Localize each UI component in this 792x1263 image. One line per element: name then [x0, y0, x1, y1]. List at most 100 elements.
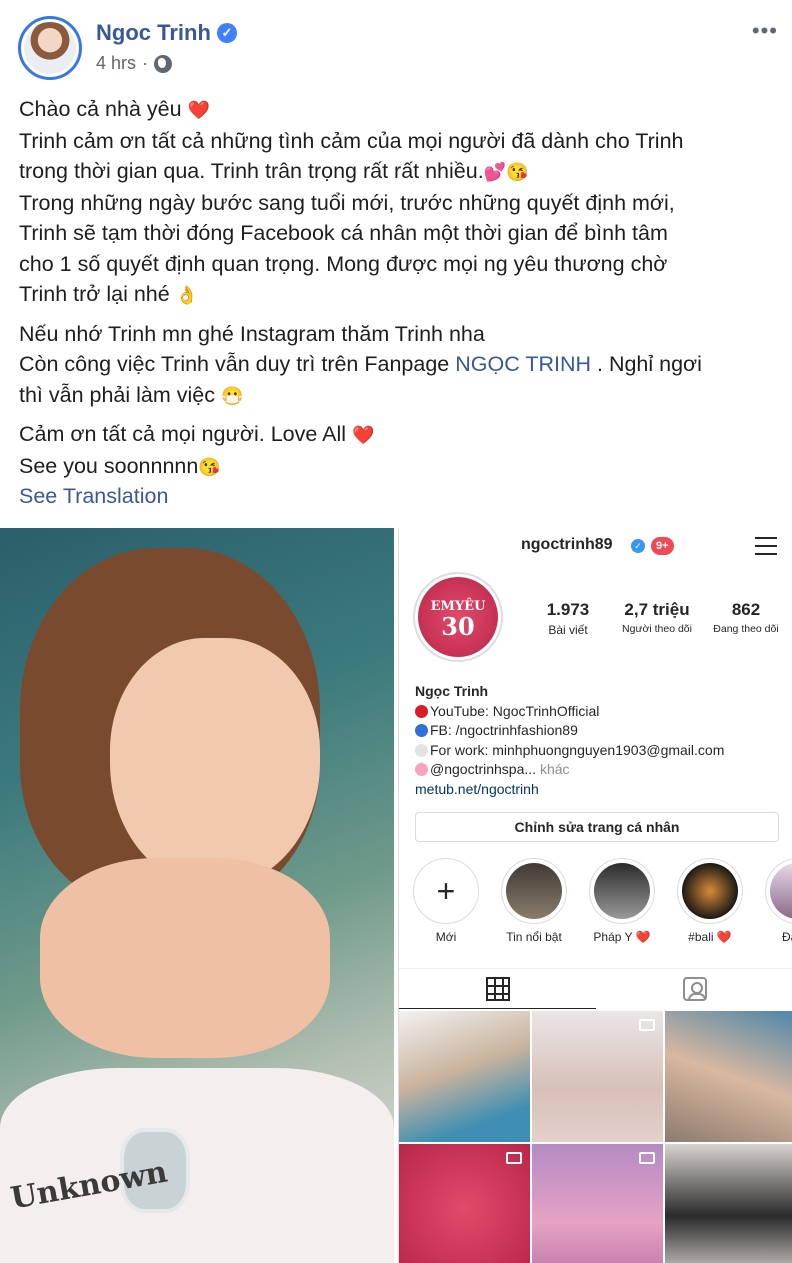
white-circle-icon — [415, 743, 428, 757]
flower-icon — [415, 763, 428, 776]
post-line: See you soonnnnn — [19, 453, 199, 478]
ig-profile-pic-text: 30 — [441, 612, 475, 641]
photo-face — [110, 638, 320, 888]
ig-highlight-label: Pháp Y ❤️ — [593, 930, 651, 944]
ig-highlight-circle — [589, 858, 655, 924]
ig-highlight-circle — [765, 858, 792, 924]
ok-hand-emoji: 👌 — [175, 285, 199, 305]
ig-stat-label: Bài viết — [548, 623, 588, 637]
paragraph-2: Nếu nhớ Trinh mn ghé Instagram thăm Trin… — [19, 319, 779, 412]
ig-highlight-thumb — [506, 863, 562, 919]
more-options-button[interactable]: ••• — [752, 18, 778, 44]
ig-username: ngoctrinh89 — [521, 536, 613, 553]
globe-icon[interactable] — [154, 54, 173, 73]
ig-photo-grid — [399, 1011, 792, 1263]
post-timestamp[interactable]: 4 hrs — [96, 53, 136, 74]
ig-grid-photo — [399, 1011, 530, 1142]
ig-stat-label: Đang theo dõi — [713, 623, 779, 635]
ig-highlight-thumb — [770, 863, 792, 919]
carousel-icon — [506, 1152, 522, 1164]
verified-badge-icon: ✓ — [216, 23, 237, 43]
post-header: Ngoc Trinh ✓ 4 hrs · ••• — [0, 0, 792, 90]
post-line: thì vẫn phải làm việc — [19, 382, 215, 407]
video-icon — [639, 1019, 655, 1031]
video-icon — [639, 1152, 655, 1164]
ig-highlight-circle: + — [413, 858, 479, 924]
ig-grid-photo — [665, 1011, 792, 1142]
ig-grid-photo — [532, 1144, 663, 1263]
ig-highlight: Pháp Y ❤️ — [589, 858, 655, 944]
ig-tabs — [399, 968, 792, 1009]
avatar-image — [24, 22, 76, 74]
ig-bio-line: For work: minhphuongnguyen1903@gmail.com — [430, 741, 725, 758]
ig-bio-line: FB: /ngoctrinhfashion89 — [430, 722, 578, 738]
post-line: trong thời gian qua. Trinh trân trọng rấ… — [19, 159, 484, 183]
ig-notification-badge: 9+ — [651, 537, 674, 555]
post-body: Chào cả nhà yêu ❤️ Trinh cảm ơn tất cả n… — [19, 94, 779, 490]
author-name-link[interactable]: Ngoc Trinh — [96, 20, 211, 46]
ig-highlights: + Mới Tin nổi bật Pháp Y ❤️ #bali ❤️ Đập… — [413, 858, 792, 944]
ig-highlight-label: #bali ❤️ — [688, 930, 732, 944]
red-circle-icon — [415, 704, 428, 718]
ig-bio-line: YouTube: NgocTrinhOfficial — [430, 702, 600, 719]
author-avatar[interactable] — [18, 16, 82, 80]
ig-profile-picture: EMYÊU 30 — [413, 572, 503, 662]
ig-bio-more: khác — [539, 761, 570, 777]
meta-separator: · — [142, 53, 149, 73]
ig-bio-line: @ngoctrinhspa... — [430, 761, 537, 777]
paragraph-3: Cảm ơn tất cả mọi người. Love All ❤️ See… — [19, 419, 779, 482]
fanpage-link[interactable]: NGỌC TRINH — [455, 352, 591, 376]
post-photo-left[interactable]: Unknown — [0, 528, 394, 1263]
post-line: Trinh cảm ơn tất cả những tình cảm của m… — [19, 128, 684, 153]
post-line: Chào cả nhà yêu — [19, 97, 182, 121]
ig-profile-picture-image: EMYÊU 30 — [418, 577, 498, 657]
photo-shirt — [0, 1068, 394, 1263]
mask-emoji: 😷 — [220, 385, 244, 406]
ig-highlight: Đập h — [765, 858, 792, 944]
ig-highlight-circle — [501, 858, 567, 924]
post-photo-instagram-screenshot[interactable]: ngoctrinh89 ✓ 9+ EMYÊU 30 1.973 Bài viết… — [398, 528, 792, 1263]
ig-highlight: Tin nổi bật — [501, 858, 567, 944]
paragraph-1: Chào cả nhà yêu ❤️ Trinh cảm ơn tất cả n… — [19, 94, 779, 311]
ig-stat-following: 862 Đang theo dõi — [705, 600, 787, 637]
ig-stats: 1.973 Bài viết 2,7 triệu Người theo dõi … — [527, 600, 787, 637]
plus-icon: + — [418, 863, 474, 919]
ig-stat-followers: 2,7 triệu Người theo dõi — [616, 600, 698, 637]
post-line: Trinh trở lại nhé — [19, 282, 170, 306]
kiss-emoji: 😘 — [198, 456, 221, 477]
hearts-emoji: 💕😘 — [483, 162, 529, 182]
ig-grid-photo — [532, 1011, 663, 1142]
post-line: Cảm ơn tất cả mọi người. Love All — [19, 422, 347, 446]
ig-edit-profile-button: Chỉnh sửa trang cá nhân — [415, 812, 779, 842]
ig-grid-photo — [399, 1144, 530, 1263]
ig-highlight-label: Mới — [435, 930, 457, 944]
ig-highlight-label: Tin nổi bật — [506, 930, 562, 944]
ig-highlight: #bali ❤️ — [677, 858, 743, 944]
ig-highlight-label: Đập h — [781, 930, 792, 944]
see-translation-link[interactable]: See Translation — [19, 484, 168, 509]
ig-tab-grid — [399, 969, 596, 1009]
ig-grid-photo — [665, 1144, 792, 1263]
red-heart-emoji: ❤️ — [187, 100, 210, 120]
ig-highlight-new: + Mới — [413, 858, 479, 944]
ig-highlight-circle — [677, 858, 743, 924]
ig-tab-tagged — [596, 969, 792, 1009]
ig-stat-number: 1.973 — [546, 600, 590, 619]
ig-bio: Ngọc Trinh YouTube: NgocTrinhOfficial FB… — [415, 682, 785, 799]
ig-stat-number: 2,7 triệu — [624, 600, 690, 619]
ig-bio-link: metub.net/ngoctrinh — [415, 780, 539, 797]
ig-verified-icon: ✓ — [631, 539, 645, 553]
ig-stat-label: Người theo dõi — [622, 623, 692, 635]
post-meta: 4 hrs · — [96, 53, 173, 74]
author-row: Ngoc Trinh ✓ — [96, 20, 237, 46]
ig-highlight-thumb — [682, 863, 738, 919]
ig-highlight-thumb — [594, 863, 650, 919]
ig-top-bar: ngoctrinh89 ✓ 9+ — [399, 528, 792, 564]
ig-stat-posts: 1.973 Bài viết — [527, 600, 609, 637]
ig-stat-number: 862 — [731, 600, 761, 619]
grid-icon — [485, 976, 510, 1001]
post-line: Trong những ngày bước sang tuổi mới, trư… — [19, 190, 675, 215]
ig-bio-name: Ngọc Trinh — [415, 683, 489, 699]
post-line: Trinh sẽ tạm thời đóng Facebook cá nhân … — [19, 221, 668, 245]
photo-hands — [40, 858, 330, 1058]
